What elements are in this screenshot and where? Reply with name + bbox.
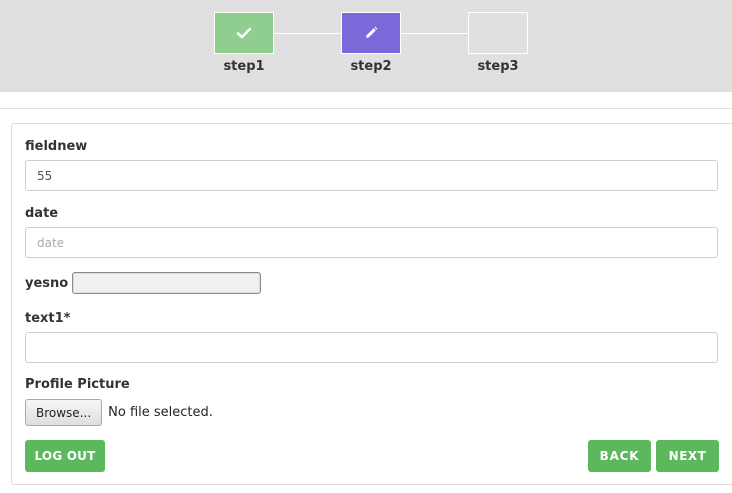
step-1[interactable]: step1 [214, 12, 274, 74]
check-icon [236, 27, 252, 39]
yesno-select[interactable] [72, 272, 262, 294]
text1-label: text1* [25, 311, 71, 326]
step-3-label: step3 [477, 59, 519, 74]
step-connector-1-2 [274, 33, 342, 34]
pencil-icon [366, 26, 378, 38]
step-connector-2-3 [401, 33, 469, 34]
form-panel: fieldnew date yesno text1* Profile Pictu… [11, 123, 732, 485]
profile-picture-file-row: Browse... No file selected. [25, 399, 213, 426]
step-1-box[interactable] [214, 12, 274, 54]
yesno-label: yesno [25, 275, 69, 291]
browse-button[interactable]: Browse... [25, 399, 103, 426]
date-label: date [25, 206, 59, 221]
logout-button[interactable]: LOG OUT [25, 440, 105, 472]
next-button[interactable]: NEXT [656, 440, 719, 472]
step-2[interactable]: step2 [341, 12, 401, 74]
step-3-box[interactable] [468, 12, 528, 54]
profile-picture-label: Profile Picture [25, 377, 130, 392]
step-2-label: step2 [350, 59, 392, 74]
step-2-box[interactable] [341, 12, 401, 54]
fieldnew-input[interactable] [25, 160, 718, 191]
step-1-label: step1 [223, 59, 265, 74]
text1-input[interactable] [25, 332, 718, 363]
file-status-text: No file selected. [108, 405, 213, 420]
back-button[interactable]: BACK [588, 440, 651, 472]
stepper-bar: step1 step2 step3 [0, 0, 732, 92]
header-divider [0, 108, 732, 109]
date-input[interactable] [25, 227, 718, 258]
step-3[interactable]: step3 [468, 12, 528, 74]
fieldnew-label: fieldnew [25, 139, 88, 154]
yesno-row: yesno [25, 272, 262, 294]
